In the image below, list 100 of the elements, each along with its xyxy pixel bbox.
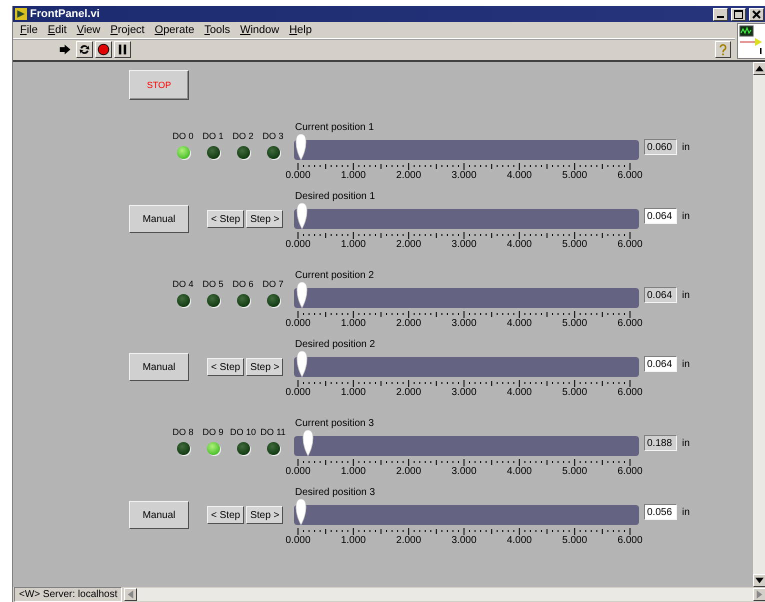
numeric-field[interactable]: 0.064 <box>644 208 677 224</box>
menu-item[interactable]: Operate <box>150 24 200 36</box>
led-label: DO 10 <box>230 427 256 437</box>
unit-label: in <box>682 506 690 518</box>
step-back-button[interactable]: < Step <box>207 358 244 376</box>
manual-button[interactable]: Manual <box>129 501 189 529</box>
tick-label: 2.000 <box>396 170 422 181</box>
menu-item[interactable]: Tools <box>199 24 236 36</box>
minimize-button[interactable] <box>713 8 728 20</box>
tick-label: 1.000 <box>340 239 366 250</box>
help-button[interactable] <box>715 41 731 58</box>
led-label: DO 0 <box>172 131 194 141</box>
slider-label: Desired position 2 <box>294 339 376 352</box>
step-forward-button[interactable]: Step > <box>246 506 284 524</box>
tick-label: 4.000 <box>506 535 532 546</box>
tick-label: 2.000 <box>396 239 422 250</box>
tick-label: 1.000 <box>340 466 366 477</box>
tick-label: 6.000 <box>617 535 643 546</box>
slider-label: Current position 1 <box>294 122 375 135</box>
tick-label: 2.000 <box>396 466 422 477</box>
down-arrow-icon <box>754 575 765 586</box>
menu-item[interactable]: Window <box>235 24 284 36</box>
tick-label: 5.000 <box>562 239 588 250</box>
maximize-icon <box>734 10 743 18</box>
tick-label: 5.000 <box>562 535 588 546</box>
slider-label: Desired position 1 <box>294 191 376 204</box>
slider-label: Current position 3 <box>294 418 375 431</box>
tick-label: 6.000 <box>617 466 643 477</box>
tick-label: 3.000 <box>451 239 477 250</box>
led-label: DO 3 <box>262 131 284 141</box>
tick-label: 6.000 <box>617 318 643 329</box>
step-forward-button[interactable]: Step > <box>246 358 284 376</box>
pause-button[interactable] <box>114 41 131 58</box>
led-label: DO 11 <box>260 427 286 437</box>
numeric-field[interactable]: 0.056 <box>644 504 677 520</box>
run-continuously-button[interactable] <box>76 41 93 58</box>
slider-thumb[interactable] <box>296 282 308 308</box>
unit-label: in <box>682 210 690 222</box>
tick-label: 6.000 <box>617 170 643 181</box>
scroll-left-button[interactable] <box>124 588 138 601</box>
tick-label: 2.000 <box>396 535 422 546</box>
step-forward-button[interactable]: Step > <box>246 210 284 228</box>
tick-label: 5.000 <box>562 170 588 181</box>
window-title: FrontPanel.vi <box>30 8 101 20</box>
slider-thumb[interactable] <box>295 499 308 525</box>
up-arrow-icon <box>754 63 765 74</box>
led-label: DO 6 <box>232 279 254 289</box>
tick-label: 5.000 <box>562 318 588 329</box>
tick-label: 4.000 <box>506 318 532 329</box>
tick-label: 4.000 <box>506 387 532 398</box>
scroll-up-button[interactable] <box>753 62 765 75</box>
tick-label: 3.000 <box>451 387 477 398</box>
numeric-indicator: 0.188 <box>644 435 677 451</box>
led-label: DO 7 <box>262 279 284 289</box>
slider-label: Desired position 3 <box>294 487 376 500</box>
slider-thumb[interactable] <box>302 430 314 456</box>
run-continuously-icon <box>78 43 91 56</box>
tick-label: 2.000 <box>396 387 422 398</box>
menu-item[interactable]: View <box>72 24 106 36</box>
step-back-button[interactable]: < Step <box>207 210 244 228</box>
tick-label: 0.000 <box>285 239 311 250</box>
abort-button[interactable] <box>95 41 112 58</box>
left-arrow-icon <box>125 589 136 600</box>
unit-label: in <box>682 290 690 300</box>
manual-button[interactable]: Manual <box>129 205 189 233</box>
led-label: DO 2 <box>232 131 254 141</box>
close-button[interactable] <box>749 8 764 20</box>
tick-label: 5.000 <box>562 387 588 398</box>
tick-label: 0.000 <box>285 466 311 477</box>
pause-icon <box>116 43 129 56</box>
menu-item[interactable]: Edit <box>42 24 72 36</box>
tick-label: 3.000 <box>451 535 477 546</box>
scroll-down-button[interactable] <box>753 574 765 587</box>
tick-label: 4.000 <box>506 466 532 477</box>
menu-item[interactable]: Project <box>105 24 150 36</box>
numeric-field[interactable]: 0.064 <box>644 356 677 372</box>
app-icon <box>15 8 27 20</box>
slider-thumb[interactable] <box>296 203 308 229</box>
maximize-button[interactable] <box>731 8 746 20</box>
tick-label: 0.000 <box>285 535 311 546</box>
close-icon <box>752 10 761 18</box>
status-text: <W> Server: localhost <box>14 587 122 602</box>
menu-item[interactable]: Help <box>284 24 317 36</box>
right-arrow-icon <box>754 589 765 600</box>
tick-label: 4.000 <box>506 239 532 250</box>
slider-thumb[interactable] <box>296 351 308 377</box>
menu-item[interactable]: File <box>15 24 43 36</box>
led-label: DO 4 <box>172 279 194 289</box>
manual-button[interactable]: Manual <box>129 353 189 381</box>
tick-label: 0.000 <box>285 387 311 398</box>
minimize-icon <box>717 16 724 18</box>
abort-icon <box>97 43 110 56</box>
step-back-button[interactable]: < Step <box>207 506 244 524</box>
slider-thumb[interactable] <box>295 134 308 160</box>
slider-label: Current position 2 <box>294 270 375 283</box>
tick-label: 4.000 <box>506 170 532 181</box>
scroll-right-button[interactable] <box>753 588 765 601</box>
led-label: DO 9 <box>202 427 224 437</box>
tick-label: 1.000 <box>340 170 366 181</box>
tick-label: 1.000 <box>340 535 366 546</box>
